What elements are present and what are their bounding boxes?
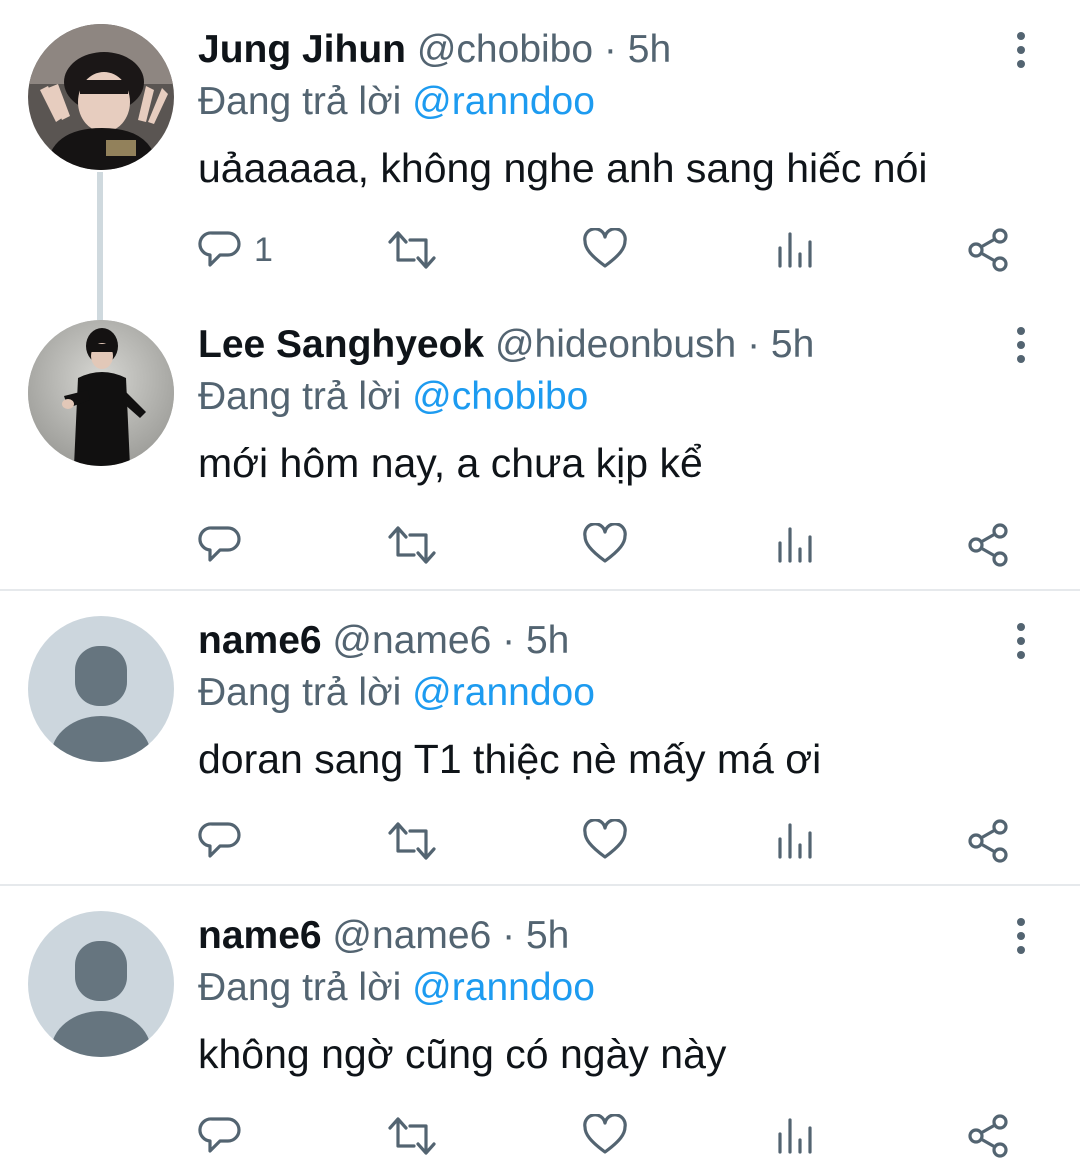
avatar-lee-sanghyeok[interactable] [28, 320, 174, 466]
like-button[interactable] [582, 813, 628, 869]
timestamp[interactable]: 5h [628, 28, 671, 71]
like-icon [583, 228, 627, 268]
default-avatar[interactable] [28, 911, 174, 1057]
tweet-header: Lee Sanghyeok @hideonbush · 5h [198, 321, 814, 369]
retweet-icon [388, 526, 436, 564]
more-options-button[interactable] [1004, 916, 1038, 956]
display-name[interactable]: name6 [198, 619, 322, 662]
default-avatar-icon [28, 911, 174, 1057]
views-icon [778, 823, 812, 859]
user-handle[interactable]: @hideonbush [495, 323, 736, 366]
retweet-button[interactable] [386, 1108, 438, 1164]
reply-count: 1 [254, 230, 273, 269]
avatar-jung-jihun[interactable] [28, 24, 174, 170]
replying-to: Đang trả lời @chobibo [198, 373, 588, 421]
tweet-text: mới hôm nay, a chưa kịp kể [198, 440, 703, 486]
timestamp[interactable]: 5h [526, 914, 569, 957]
reply-icon [198, 526, 241, 562]
tweet[interactable]: Lee Sanghyeok @hideonbush · 5h Đang trả … [0, 295, 1080, 590]
tweet-text: không ngờ cũng có ngày này [198, 1031, 727, 1077]
replying-to-mention[interactable]: @ranndoo [412, 966, 595, 1009]
default-avatar-icon [28, 616, 174, 762]
reply-icon [198, 822, 241, 858]
tweet-text: doran sang T1 thiệc nè mấy má ơi [198, 736, 822, 782]
reply-icon [198, 231, 241, 267]
retweet-icon [388, 1117, 436, 1155]
share-button[interactable] [966, 813, 1012, 869]
replying-to-mention[interactable]: @ranndoo [412, 80, 595, 123]
tweet-actions [198, 517, 1028, 573]
user-handle[interactable]: @chobibo [417, 28, 593, 71]
share-button[interactable] [966, 517, 1012, 573]
like-icon [583, 523, 627, 563]
share-button[interactable] [966, 222, 1012, 278]
reply-button[interactable] [198, 813, 254, 869]
tweet-header: Jung Jihun @chobibo · 5h [198, 26, 671, 74]
display-name[interactable]: Lee Sanghyeok [198, 323, 484, 366]
more-options-icon [1017, 623, 1025, 659]
like-button[interactable] [582, 1108, 628, 1164]
retweet-icon [388, 822, 436, 860]
tweet-header: name6 @name6 · 5h [198, 617, 569, 665]
views-button[interactable] [776, 1108, 816, 1164]
user-handle[interactable]: @name6 [332, 619, 491, 662]
views-icon [778, 527, 812, 563]
reply-button[interactable]: 1 [198, 222, 273, 278]
more-options-button[interactable] [1004, 30, 1038, 70]
replying-to-mention[interactable]: @ranndoo [412, 671, 595, 714]
views-icon [778, 1118, 812, 1154]
user-handle[interactable]: @name6 [332, 914, 491, 957]
tweet-text: uảaaaaa, không nghe anh sang hiếc nói [198, 145, 928, 191]
tweet-header: name6 @name6 · 5h [198, 912, 569, 960]
separator-dot: · [502, 914, 516, 957]
share-icon [968, 228, 1008, 272]
tweet[interactable]: name6 @name6 · 5h Đang trả lời @ranndoo … [0, 886, 1080, 1163]
replying-to-mention[interactable]: @chobibo [412, 375, 588, 418]
retweet-button[interactable] [386, 813, 438, 869]
tweet-actions [198, 813, 1028, 869]
replying-to-label: Đang trả lời [198, 80, 402, 123]
tweet-actions: 1 [198, 222, 1028, 278]
replying-to: Đang trả lời @ranndoo [198, 669, 595, 717]
views-icon [778, 232, 812, 268]
like-button[interactable] [582, 517, 628, 573]
like-button[interactable] [582, 222, 628, 278]
replying-to: Đang trả lời @ranndoo [198, 964, 595, 1012]
reply-button[interactable] [198, 1108, 254, 1164]
views-button[interactable] [776, 517, 816, 573]
more-options-button[interactable] [1004, 325, 1038, 365]
separator-dot: · [747, 323, 761, 366]
replying-to: Đang trả lời @ranndoo [198, 78, 595, 126]
tweet[interactable]: name6 @name6 · 5h Đang trả lời @ranndoo … [0, 591, 1080, 885]
like-icon [583, 819, 627, 859]
retweet-icon [388, 231, 436, 269]
more-options-icon [1017, 918, 1025, 954]
views-button[interactable] [776, 222, 816, 278]
replying-to-label: Đang trả lời [198, 375, 402, 418]
display-name[interactable]: name6 [198, 914, 322, 957]
share-icon [968, 819, 1008, 863]
separator-dot: · [603, 28, 617, 71]
timestamp[interactable]: 5h [526, 619, 569, 662]
replying-to-label: Đang trả lời [198, 966, 402, 1009]
display-name[interactable]: Jung Jihun [198, 28, 406, 71]
tweet[interactable]: Jung Jihun @chobibo · 5h Đang trả lời @r… [0, 0, 1080, 300]
timestamp[interactable]: 5h [771, 323, 814, 366]
retweet-button[interactable] [386, 517, 438, 573]
replying-to-label: Đang trả lời [198, 671, 402, 714]
retweet-button[interactable] [386, 222, 438, 278]
reply-icon [198, 1117, 241, 1153]
share-icon [968, 1114, 1008, 1158]
reply-button[interactable] [198, 517, 254, 573]
tweet-actions [198, 1108, 1028, 1164]
more-options-icon [1017, 327, 1025, 363]
views-button[interactable] [776, 813, 816, 869]
more-options-icon [1017, 32, 1025, 68]
separator-dot: · [502, 619, 516, 662]
share-icon [968, 523, 1008, 567]
more-options-button[interactable] [1004, 621, 1038, 661]
share-button[interactable] [966, 1108, 1012, 1164]
like-icon [583, 1114, 627, 1154]
default-avatar[interactable] [28, 616, 174, 762]
